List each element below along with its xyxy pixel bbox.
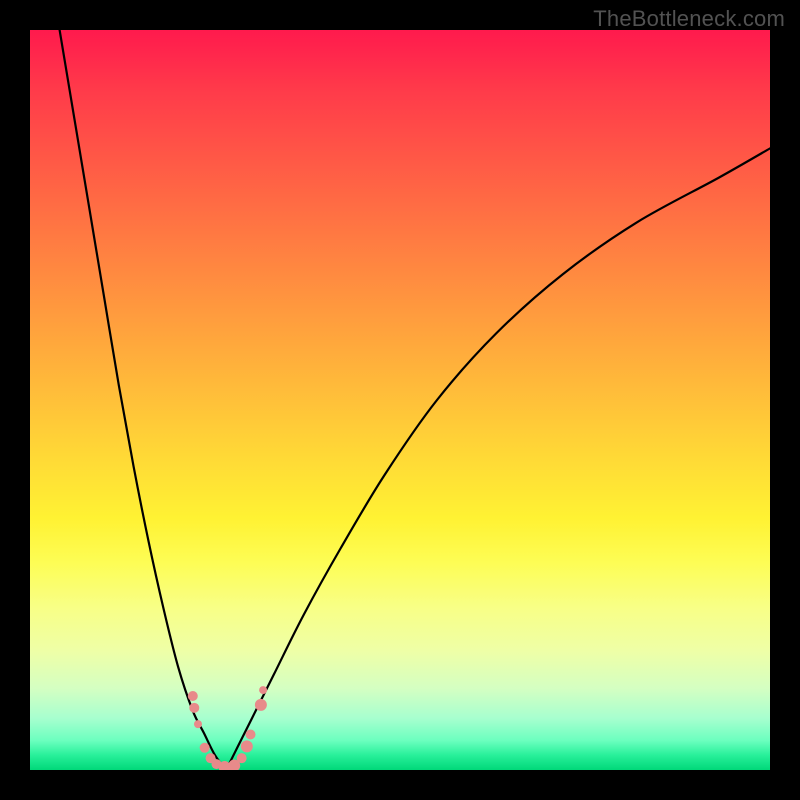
curve-right-branch bbox=[226, 148, 770, 770]
data-marker bbox=[259, 686, 267, 694]
chart-frame: TheBottleneck.com bbox=[0, 0, 800, 800]
data-marker bbox=[194, 720, 202, 728]
data-marker bbox=[241, 740, 253, 752]
data-marker bbox=[237, 753, 247, 763]
curve-left-branch bbox=[60, 30, 227, 770]
data-marker bbox=[255, 699, 267, 711]
data-marker bbox=[200, 743, 210, 753]
data-marker bbox=[246, 729, 256, 739]
data-markers bbox=[188, 686, 267, 770]
data-marker bbox=[188, 691, 198, 701]
watermark-text: TheBottleneck.com bbox=[593, 6, 785, 32]
bottleneck-curve-svg bbox=[30, 30, 770, 770]
curve-group bbox=[60, 30, 770, 770]
data-marker bbox=[189, 703, 199, 713]
plot-area bbox=[30, 30, 770, 770]
